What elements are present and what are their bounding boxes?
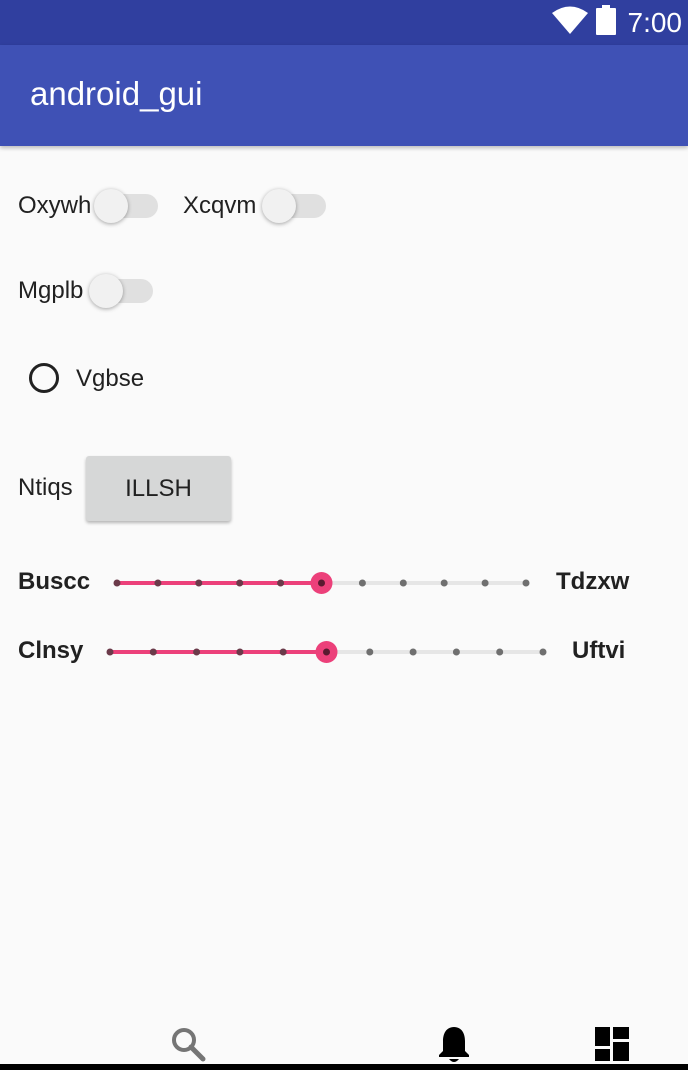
slider-tick <box>452 648 460 656</box>
slider-tick <box>496 648 504 656</box>
bottom-divider <box>0 1064 688 1070</box>
slider-tick <box>366 648 374 656</box>
slider-clnsy[interactable] <box>0 0 688 1070</box>
search-icon[interactable] <box>170 1026 206 1067</box>
slider-tick <box>149 648 157 656</box>
slider-tick <box>279 648 287 656</box>
slider-tick <box>539 648 547 656</box>
bottom-nav <box>0 1010 688 1070</box>
slider-end-label-uftvi: Uftvi <box>572 637 626 664</box>
slider-tick <box>106 648 114 656</box>
slider-tick <box>236 648 244 656</box>
dashboard-icon[interactable] <box>595 1027 629 1066</box>
slider-thumb-tick <box>323 648 330 656</box>
slider-tick <box>409 648 417 656</box>
slider-tick <box>193 648 201 656</box>
